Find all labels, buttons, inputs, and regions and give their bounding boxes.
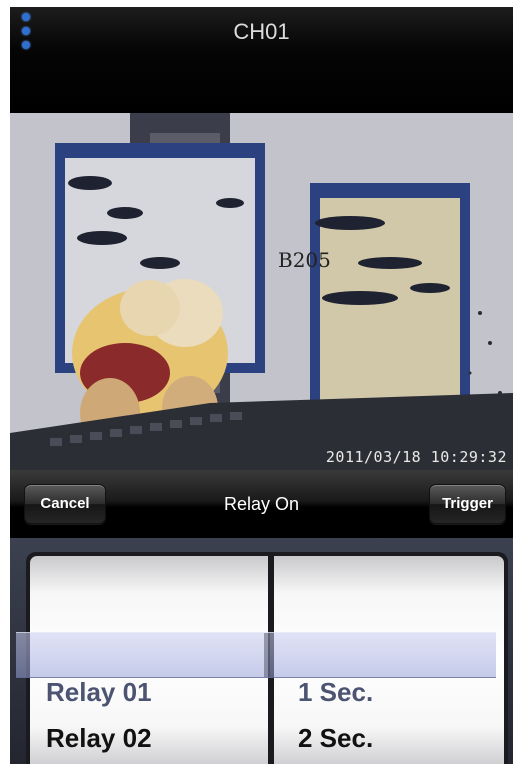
relay-option[interactable]: Relay 02: [30, 712, 268, 764]
camera-feed: B205 2011/03/18 10:29:32: [10, 113, 513, 470]
camera-image: [10, 113, 513, 470]
duration-option[interactable]: 1 Sec.: [274, 666, 504, 718]
app-screen: CH01 B205 2011/03/18 10:29:32 Cancel Rel…: [10, 7, 513, 764]
duration-option[interactable]: 2 Sec.: [274, 712, 504, 764]
relay-wheel[interactable]: Relay 01 Relay 02: [30, 556, 268, 764]
room-sign: B205: [278, 248, 331, 272]
trigger-button[interactable]: Trigger: [429, 484, 506, 524]
relay-picker: Relay 01 Relay 02 1 Sec. 2 Sec.: [10, 538, 513, 764]
picker-frame: Relay 01 Relay 02 1 Sec. 2 Sec.: [26, 552, 508, 764]
relay-option[interactable]: Relay 01: [30, 666, 268, 718]
channel-title: CH01: [233, 19, 290, 44]
duration-wheel[interactable]: 1 Sec. 2 Sec.: [274, 556, 504, 764]
video-timestamp: 2011/03/18 10:29:32: [325, 448, 507, 466]
title-bar: CH01: [10, 7, 513, 113]
relay-toolbar: Cancel Relay On Trigger: [10, 470, 513, 538]
